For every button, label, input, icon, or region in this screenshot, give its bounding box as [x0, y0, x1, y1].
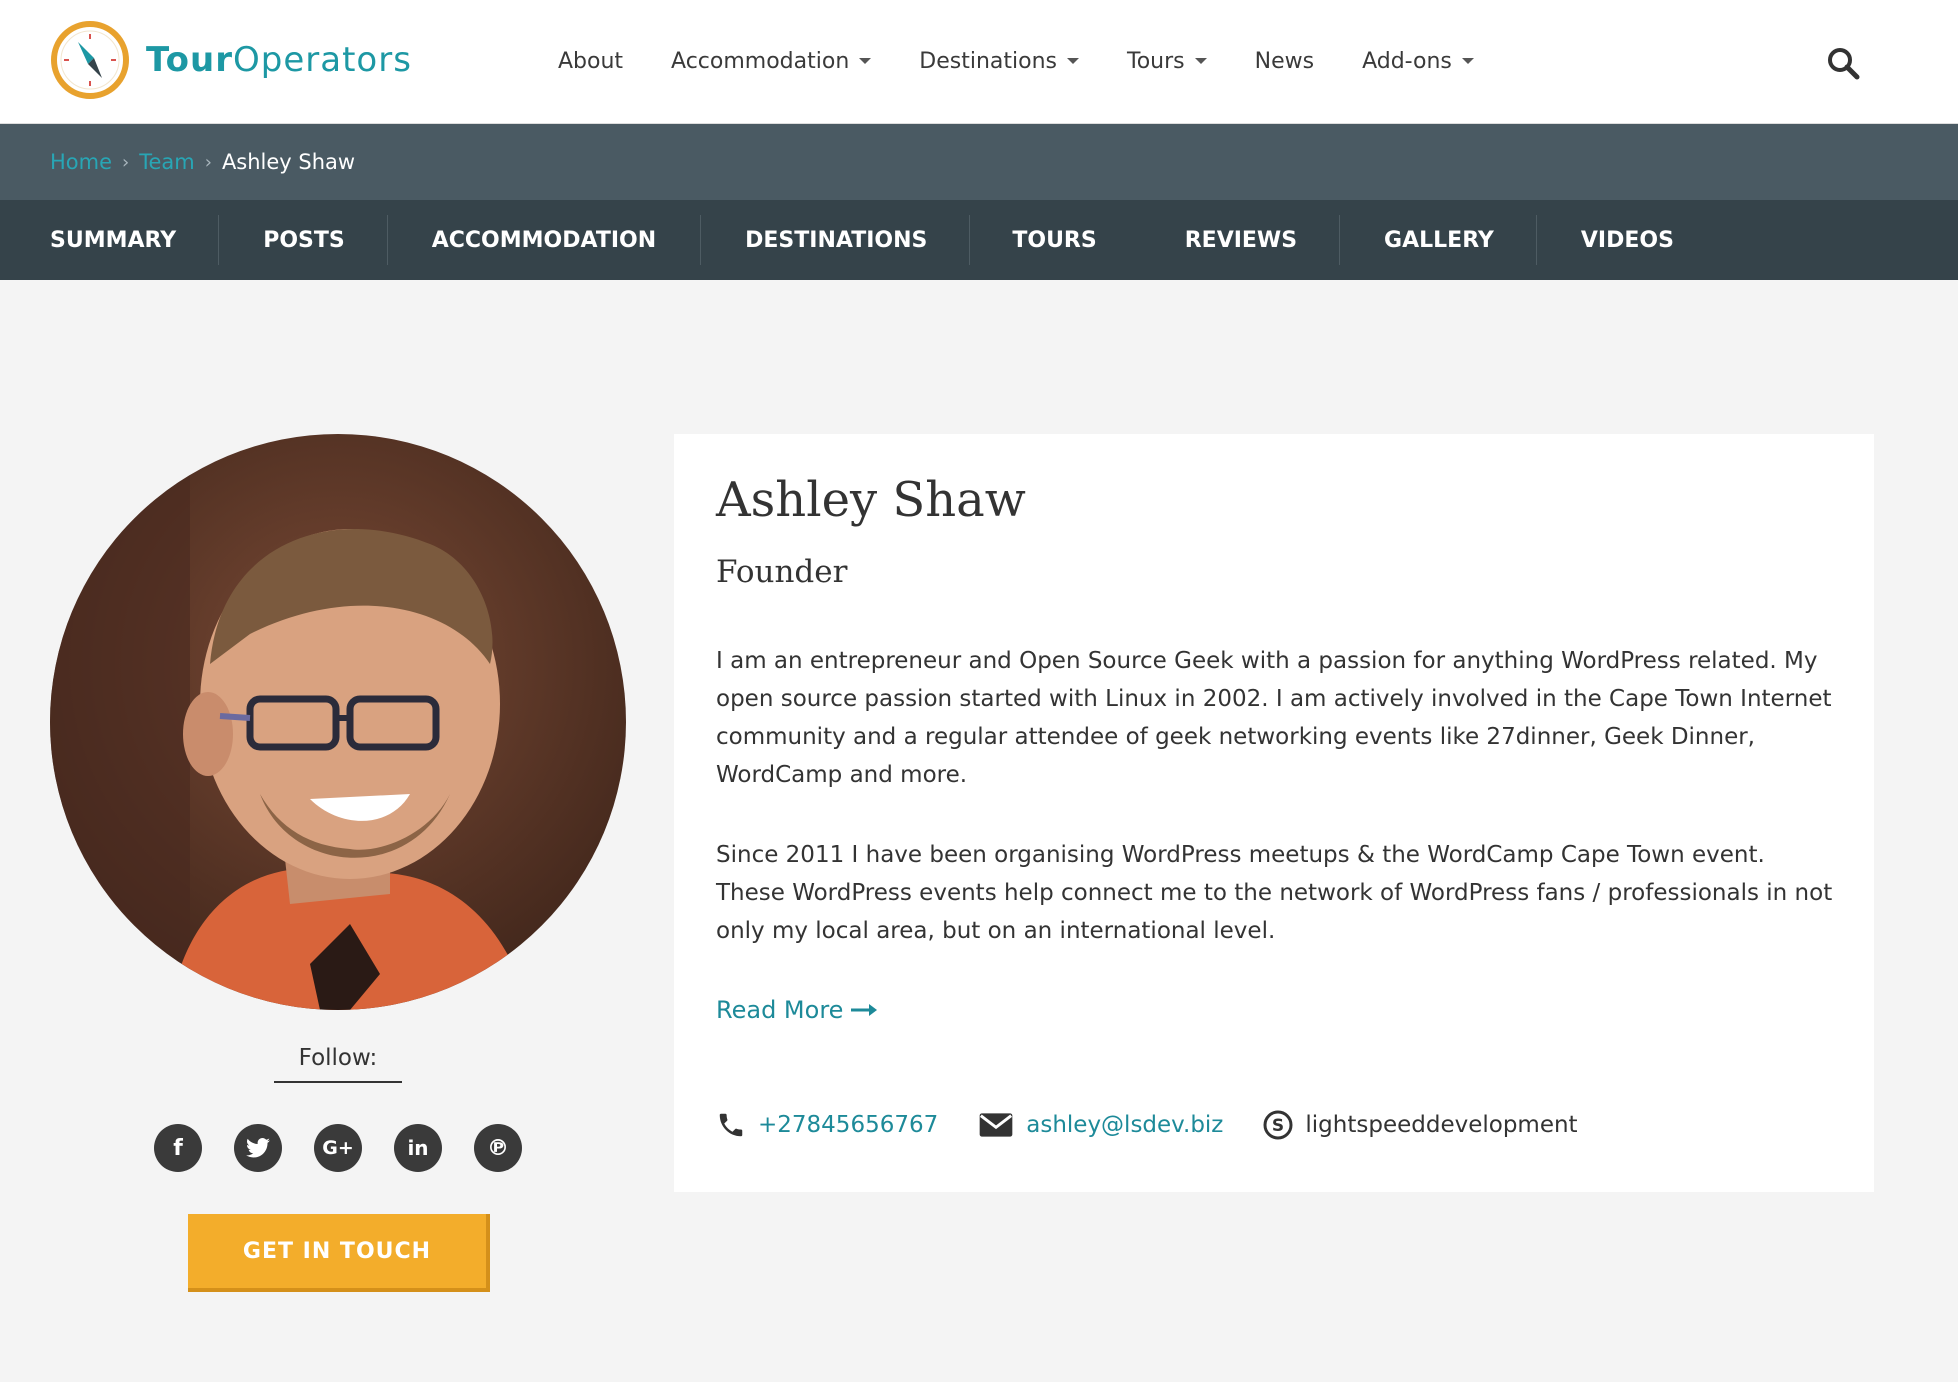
nav-accommodation[interactable]: Accommodation	[671, 44, 872, 78]
profile-bio-paragraph-1: I am an entrepreneur and Open Source Gee…	[716, 648, 1832, 788]
main-nav: About Accommodation Destinations Tours N…	[558, 44, 1522, 78]
email-address: ashley@lsdev.biz	[1026, 1112, 1224, 1138]
search-icon[interactable]	[1826, 46, 1860, 80]
nav-news[interactable]: News	[1255, 44, 1314, 78]
site-header: TourOperators About Accommodation Destin…	[0, 0, 1958, 124]
tab-accommodation[interactable]: ACCOMMODATION	[388, 200, 700, 280]
nav-destinations-label: Destinations	[919, 48, 1057, 74]
contact-details: +27845656767 ashley@lsdev.biz S lightspe…	[716, 1110, 1618, 1140]
profile-photo	[50, 434, 626, 1010]
skype-icon: S	[1263, 1110, 1293, 1140]
tab-summary[interactable]: SUMMARY	[50, 200, 218, 280]
get-in-touch-button[interactable]: GET IN TOUCH	[188, 1214, 490, 1292]
brand-name-light: Operators	[233, 40, 412, 80]
profile-role: Founder	[716, 554, 848, 590]
nav-about-label: About	[558, 48, 624, 74]
phone-icon	[719, 1113, 743, 1137]
tab-gallery[interactable]: GALLERY	[1340, 200, 1536, 280]
nav-about[interactable]: About	[558, 44, 623, 78]
avatar	[50, 434, 626, 1010]
read-more-label: Read More	[716, 996, 844, 1024]
tab-tours[interactable]: TOURS	[970, 200, 1184, 280]
caret-down-icon	[1067, 58, 1079, 64]
profile-name: Ashley Shaw	[716, 472, 1026, 528]
chevron-right-icon: ›	[122, 151, 130, 173]
site-logo[interactable]: TourOperators	[50, 20, 412, 100]
skype-contact[interactable]: S lightspeeddevelopment	[1263, 1110, 1578, 1140]
breadcrumb-current: Ashley Shaw	[221, 150, 356, 174]
profile-tabs: SUMMARY POSTS ACCOMMODATION DESTINATIONS…	[0, 200, 1958, 280]
envelope-icon	[979, 1113, 1013, 1137]
chevron-right-icon: ›	[204, 151, 212, 173]
caret-down-icon	[1461, 58, 1474, 64]
tab-destinations[interactable]: DESTINATIONS	[701, 200, 969, 280]
caret-down-icon	[1194, 58, 1207, 64]
follow-label: Follow:	[274, 1045, 402, 1083]
facebook-icon[interactable]: f	[154, 1124, 202, 1172]
email-contact[interactable]: ashley@lsdev.biz	[978, 1111, 1223, 1139]
nav-add-ons[interactable]: Add-ons	[1362, 44, 1474, 78]
tab-reviews[interactable]: REVIEWS	[1185, 200, 1339, 280]
nav-tours[interactable]: Tours	[1127, 44, 1207, 78]
google-plus-icon[interactable]: G+	[314, 1124, 362, 1172]
tab-videos[interactable]: VIDEOS	[1537, 200, 1674, 280]
tab-posts[interactable]: POSTS	[219, 200, 387, 280]
phone-number: +27845656767	[758, 1112, 939, 1138]
breadcrumb: Home › Team › Ashley Shaw	[0, 124, 1958, 200]
nav-tours-label: Tours	[1127, 48, 1185, 74]
profile-card: Ashley Shaw Founder I am an entrepreneur…	[674, 434, 1874, 1192]
read-more-link[interactable]: Read More	[716, 996, 878, 1024]
profile-bio-paragraph-2: Since 2011 I have been organising WordPr…	[716, 842, 1833, 944]
social-links: f G+ in ℗	[154, 1124, 554, 1172]
pinterest-icon[interactable]: ℗	[474, 1124, 522, 1172]
nav-accommodation-label: Accommodation	[671, 48, 850, 74]
skype-username: lightspeeddevelopment	[1305, 1112, 1578, 1138]
arrow-right-icon	[851, 1004, 878, 1016]
caret-down-icon	[859, 58, 872, 64]
nav-destinations[interactable]: Destinations	[919, 44, 1079, 78]
linkedin-icon[interactable]: in	[394, 1124, 442, 1172]
svg-text:S: S	[1272, 1116, 1284, 1136]
breadcrumb-home[interactable]: Home	[50, 150, 112, 174]
brand-name: TourOperators	[146, 40, 412, 80]
breadcrumb-team[interactable]: Team	[139, 150, 195, 174]
nav-news-label: News	[1254, 48, 1315, 74]
nav-add-ons-label: Add-ons	[1362, 48, 1452, 74]
twitter-icon[interactable]	[234, 1124, 282, 1172]
compass-logo-icon	[51, 21, 129, 99]
brand-name-bold: Tour	[146, 40, 234, 80]
phone-contact[interactable]: +27845656767	[716, 1110, 938, 1140]
